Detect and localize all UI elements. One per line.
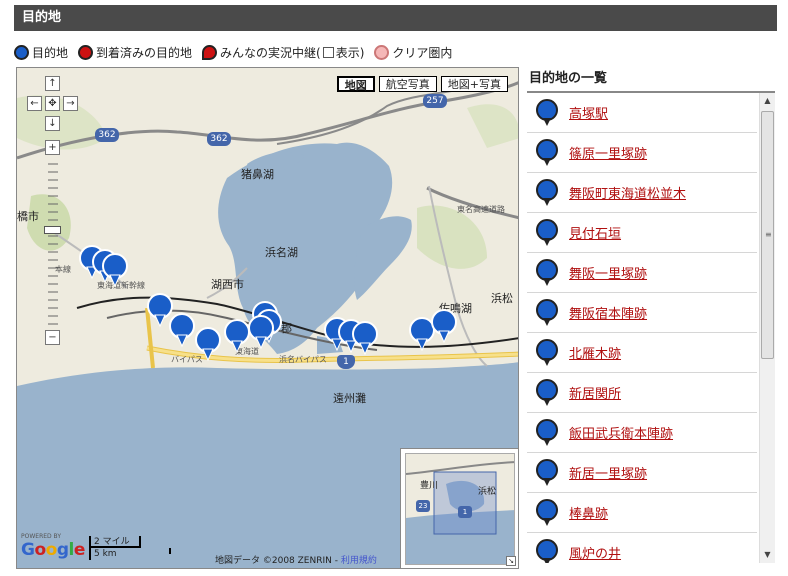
list-item-link[interactable]: 舞阪一里塚跡 xyxy=(569,263,647,282)
legend-arrived: 到着済みの目的地 xyxy=(78,44,192,61)
list-item-link[interactable]: 新居一里塚跡 xyxy=(569,463,647,482)
blue-pin-icon xyxy=(536,458,558,486)
legend-arrived-label: 到着済みの目的地 xyxy=(96,45,193,60)
list-item-link[interactable]: 飯田武兵衛本陣跡 xyxy=(569,423,673,442)
blue-pin-icon xyxy=(536,258,558,286)
list-item-link[interactable]: 新居関所 xyxy=(569,383,621,402)
relay-show-label: 表示) xyxy=(335,45,365,60)
blue-pin-icon xyxy=(14,44,29,60)
list-item[interactable]: 高塚駅 xyxy=(527,93,757,133)
grip-icon: ≡ xyxy=(765,230,772,239)
list-item-link[interactable]: 棒鼻跡 xyxy=(569,503,608,522)
list-item[interactable]: 飯田武兵衛本陣跡 xyxy=(527,413,757,453)
scroll-down-arrow-icon[interactable]: ▼ xyxy=(760,547,775,563)
destination-marker[interactable] xyxy=(195,327,221,361)
scroll-up-arrow-icon[interactable]: ▲ xyxy=(760,93,775,109)
list-item-link[interactable]: 舞阪宿本陣跡 xyxy=(569,303,647,322)
scale-miles: 2 マイル xyxy=(89,536,141,548)
legend-clear-label: クリア圏内 xyxy=(392,45,453,60)
copyright-text: 地図データ ©2008 ZENRIN - xyxy=(215,556,341,566)
map-scale: 2 マイル 5 km xyxy=(89,536,171,562)
list-item[interactable]: 舞阪一里塚跡 xyxy=(527,253,757,293)
terms-link[interactable]: 利用規約 xyxy=(341,556,377,566)
list-item-link[interactable]: 篠原一里塚跡 xyxy=(569,143,647,162)
list-item[interactable]: 新居関所 xyxy=(527,373,757,413)
overview-route-1: 1 xyxy=(458,506,472,518)
destination-marker[interactable] xyxy=(409,317,435,351)
destination-marker[interactable] xyxy=(169,313,195,347)
list-item-link[interactable]: 風炉の井 xyxy=(569,543,621,562)
overview-toggle-icon[interactable]: ↘ xyxy=(506,556,516,566)
list-item[interactable]: 舞阪宿本陣跡 xyxy=(527,293,757,333)
list-item[interactable]: 北雁木跡 xyxy=(527,333,757,373)
list-item[interactable]: 風炉の井 xyxy=(527,533,757,563)
blue-pin-icon xyxy=(536,338,558,366)
list-item[interactable]: 棒鼻跡 xyxy=(527,493,757,533)
destination-list: 高塚駅 篠原一里塚跡 舞阪町東海道松並木 見付石垣 舞阪一里塚跡 舞阪宿本陣跡 … xyxy=(527,93,757,563)
blue-pin-icon xyxy=(536,538,558,563)
blue-pin-icon xyxy=(536,178,558,206)
relay-pin-icon xyxy=(202,44,218,60)
list-item-link[interactable]: 見付石垣 xyxy=(569,223,621,242)
blue-pin-icon xyxy=(536,98,558,126)
powered-by-label: POWERED BY xyxy=(21,533,62,540)
list-item[interactable]: 舞阪町東海道松並木 xyxy=(527,173,757,213)
destination-marker[interactable] xyxy=(147,293,173,327)
legend-clear: クリア圏内 xyxy=(374,44,452,61)
overview-city-label: 豊川 xyxy=(420,481,439,491)
map-view[interactable]: 362 362 257 1 猪鼻湖 浜名湖 湖西市 遠州灘 橋市 佐鳴湖 浜松 … xyxy=(16,67,519,569)
legend: 目的地 到着済みの目的地 みんなの実況中継( 表示) クリア圏内 xyxy=(14,42,462,62)
map-copyright: 地図データ ©2008 ZENRIN - 利用規約 xyxy=(215,553,377,566)
blue-pin-icon xyxy=(536,498,558,526)
list-item-link[interactable]: 北雁木跡 xyxy=(569,343,621,362)
legend-relay: みんなの実況中継( 表示) xyxy=(202,44,364,61)
list-item[interactable]: 見付石垣 xyxy=(527,213,757,253)
legend-destination-label: 目的地 xyxy=(32,45,69,60)
destination-list-title: 目的地の一覧 xyxy=(529,71,608,86)
destination-marker[interactable] xyxy=(431,309,457,343)
destination-marker[interactable] xyxy=(352,321,378,355)
list-item[interactable]: 篠原一里塚跡 xyxy=(527,133,757,173)
page-title: 目的地 xyxy=(14,5,777,31)
destination-marker[interactable] xyxy=(102,253,128,287)
destination-marker[interactable] xyxy=(224,319,250,353)
blue-pin-icon xyxy=(536,378,558,406)
list-item[interactable]: 新居一里塚跡 xyxy=(527,453,757,493)
google-logo[interactable]: Google xyxy=(21,540,85,560)
blue-pin-icon xyxy=(536,218,558,246)
legend-relay-label: みんなの実況中継( xyxy=(220,45,321,60)
clear-zone-icon xyxy=(374,44,390,60)
legend-destination: 目的地 xyxy=(14,44,68,61)
overview-route-23: 23 xyxy=(416,500,430,512)
scale-km: 5 km xyxy=(89,548,171,560)
scrollbar-thumb[interactable]: ≡ xyxy=(761,111,774,359)
red-pin-icon xyxy=(78,44,94,60)
destination-marker[interactable] xyxy=(248,315,274,349)
list-item-link[interactable]: 高塚駅 xyxy=(569,103,608,122)
relay-show-checkbox[interactable] xyxy=(322,46,334,58)
list-item-link[interactable]: 舞阪町東海道松並木 xyxy=(569,183,686,202)
blue-pin-icon xyxy=(536,418,558,446)
overview-hama-label: 浜松 xyxy=(478,487,497,497)
blue-pin-icon xyxy=(536,298,558,326)
overview-map[interactable]: 豊川 浜松 23 1 ↘ xyxy=(400,448,518,568)
blue-pin-icon xyxy=(536,138,558,166)
list-scrollbar[interactable]: ▲ ≡ ▼ xyxy=(759,93,775,563)
